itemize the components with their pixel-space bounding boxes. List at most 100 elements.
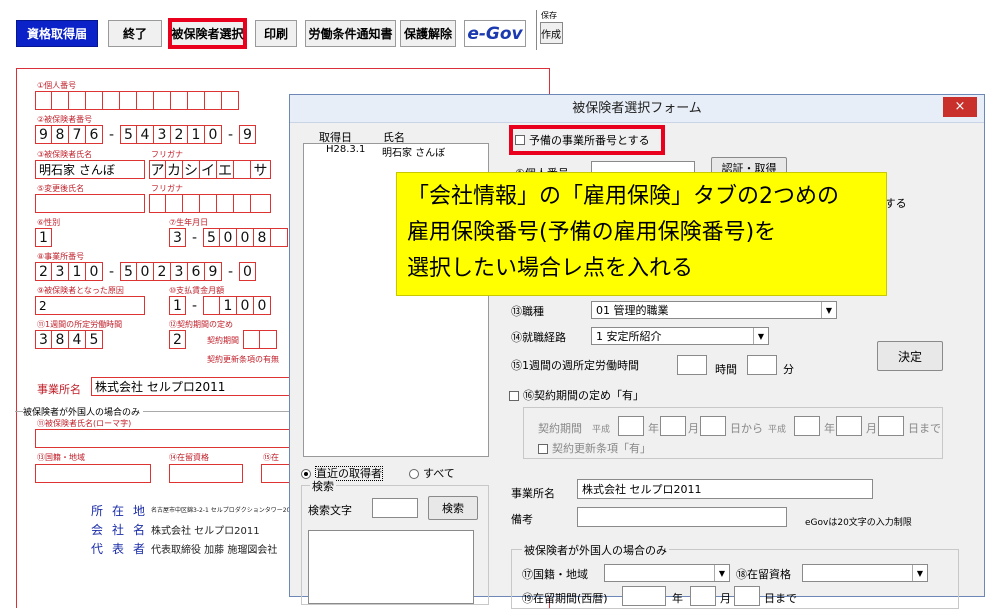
radio-all-row[interactable]: すべて [409, 465, 455, 481]
dialog-title: 被保険者選択フォーム [290, 95, 984, 123]
sex-cell: 1 [35, 228, 52, 247]
label-furigana-2: フリガナ [151, 184, 183, 193]
office-no-cells: 2310 - 502369 - 0 [35, 262, 256, 281]
period2-day-unit: 日まで [764, 592, 797, 605]
foreign-group: 被保険者が外国人の場合のみ ⑰国籍・地域 ▼ ⑱在留資格 ▼ ⑲在留期間(西暦)… [511, 542, 959, 609]
contract-checkbox-row[interactable]: ⑯契約期間の定め「有」 [509, 387, 644, 403]
search-button[interactable]: 検索 [428, 496, 478, 520]
note-input[interactable] [577, 507, 787, 527]
select-insured-dialog: 被保険者選択フォーム × 取得日 氏名 H28.3.1 明石家 さんぼ 予備の事… [289, 94, 985, 609]
period-from-day[interactable] [700, 416, 726, 436]
minutes-unit: 分 [783, 363, 794, 376]
exit-button[interactable]: 終了 [108, 20, 162, 47]
select-insured-button[interactable]: 被保険者選択 [168, 18, 247, 49]
company-text: 株式会社 セルプロ2011 [151, 526, 260, 537]
heisei-label-2: 平成 [768, 425, 787, 435]
egov-logo: e-Gov [467, 23, 523, 44]
period-to-day[interactable] [878, 416, 904, 436]
label-cause: ⑨被保険者となった原因 [37, 286, 124, 295]
print-button[interactable]: 印刷 [255, 20, 297, 47]
year-label: 年 [648, 422, 659, 435]
shikaku-todoke-button[interactable]: 資格取得届 [16, 20, 98, 47]
search-text-label: 検索文字 [308, 504, 352, 517]
unprotect-button[interactable]: 保護解除 [400, 20, 456, 47]
hours-unit: 時間 [715, 363, 737, 376]
period2-month-unit: 月 [720, 592, 731, 605]
search-group: 検索 検索文字 検索 [301, 478, 489, 605]
label-status: ⑭在留資格 [169, 453, 209, 462]
renew-checkbox-label: 契約更新条項「有」 [552, 442, 651, 455]
day-to-label: 日まで [908, 422, 941, 435]
period-from-year[interactable] [618, 416, 644, 436]
office-name-field: 株式会社 セルプロ2011 [91, 377, 291, 396]
label-wage: ⑩支払賃金月額 [169, 286, 225, 295]
month-label-2: 月 [866, 422, 877, 435]
contract-period-cells [243, 330, 277, 349]
roman-name-field [35, 429, 293, 448]
route-label: ⑭就職経路 [511, 331, 566, 344]
yobi-checkbox[interactable] [515, 135, 525, 145]
weekly-hours-input[interactable] [677, 355, 707, 375]
label-renew: 契約更新条項の有無 [207, 355, 279, 364]
heisei-label: 平成 [592, 425, 611, 435]
office-input[interactable]: 株式会社 セルプロ2011 [577, 479, 873, 499]
addr-label: 所在地 [91, 504, 155, 518]
radio-all-label: すべて [423, 467, 455, 480]
label-name: ③被保険者氏名 [37, 150, 93, 159]
close-button[interactable]: × [943, 97, 977, 117]
insured-no-cells: 9876 - 543210 - 9 [35, 125, 256, 144]
renew-checkbox[interactable] [538, 444, 548, 454]
renew-checkbox-row[interactable]: 契約更新条項「有」 [538, 440, 651, 456]
radio-all[interactable] [409, 469, 419, 479]
status-field [169, 464, 243, 483]
callout-line-2: 雇用保険番号(予備の雇用保険番号)を [407, 220, 777, 245]
period2-year[interactable] [622, 586, 666, 606]
save-create-group: 保存 作成 [536, 10, 563, 50]
label-contract-period: 契約期間 [207, 336, 239, 345]
contract-period-group: 契約期間 平成 年 月 日から 平成 年 月 日まで 契約更新条項「有」 [523, 407, 943, 459]
route-select-value: 1 安定所紹介 [596, 330, 662, 343]
nation-label: ⑰国籍・地域 [522, 568, 588, 581]
month-label: 月 [688, 422, 699, 435]
label-changed-name: ⑤変更後氏名 [37, 184, 85, 193]
status-select[interactable]: ▼ [802, 564, 928, 582]
search-input[interactable] [372, 498, 418, 518]
yobi-checkbox-label: 予備の事業所番号とする [529, 134, 650, 147]
office-name-label: 事業所名 [37, 383, 81, 396]
period2-month[interactable] [690, 586, 716, 606]
wage-cells: 1-100 [169, 296, 271, 315]
egov-note: eGovは20文字の入力制限 [805, 518, 912, 528]
foreign-group-label: 被保険者が外国人の場合のみ [522, 542, 669, 558]
office-label: 事業所名 [511, 487, 555, 500]
period-from-month[interactable] [660, 416, 686, 436]
yobi-checkbox-highlight[interactable]: 予備の事業所番号とする [509, 125, 665, 155]
create-button[interactable]: 作成 [540, 22, 563, 44]
label-hours: ⑪1週間の所定労働時間 [37, 320, 123, 329]
label-status-2: ⑮在 [263, 453, 279, 462]
period-label: 契約期間 [538, 422, 582, 435]
label-insured-no: ②被保険者番号 [37, 115, 93, 124]
label-contract: ⑫契約期間の定め [169, 320, 233, 329]
nation-field [35, 464, 151, 483]
status-label: ⑱在留資格 [736, 568, 791, 581]
nation-select[interactable]: ▼ [604, 564, 730, 582]
year-label-2: 年 [824, 422, 835, 435]
decide-button[interactable]: 決定 [877, 341, 943, 371]
period-to-month[interactable] [836, 416, 862, 436]
period2-day[interactable] [734, 586, 760, 606]
contract-cell: 2 [169, 330, 186, 349]
egov-button[interactable]: e-Gov [464, 20, 526, 47]
label-office-no: ⑧事業所番号 [37, 252, 85, 261]
chevron-down-icon: ▼ [821, 302, 836, 318]
job-select[interactable]: 01 管理的職業 ▼ [591, 301, 837, 319]
route-select[interactable]: 1 安定所紹介 ▼ [591, 327, 769, 345]
labor-notice-button[interactable]: 労働条件通知書 [305, 20, 396, 47]
label-furigana: フリガナ [151, 150, 183, 159]
addr-text: 名古屋市中区錦3-2-1 セルプロダクションタワー20F [151, 507, 294, 514]
search-results[interactable] [308, 530, 474, 604]
list-item[interactable]: H28.3.1 明石家 さんぼ [304, 144, 488, 159]
contract-checkbox[interactable] [509, 391, 519, 401]
foreign-header: 被保険者が外国人の場合のみ [23, 405, 144, 418]
weekly-minutes-input[interactable] [747, 355, 777, 375]
period-to-year[interactable] [794, 416, 820, 436]
